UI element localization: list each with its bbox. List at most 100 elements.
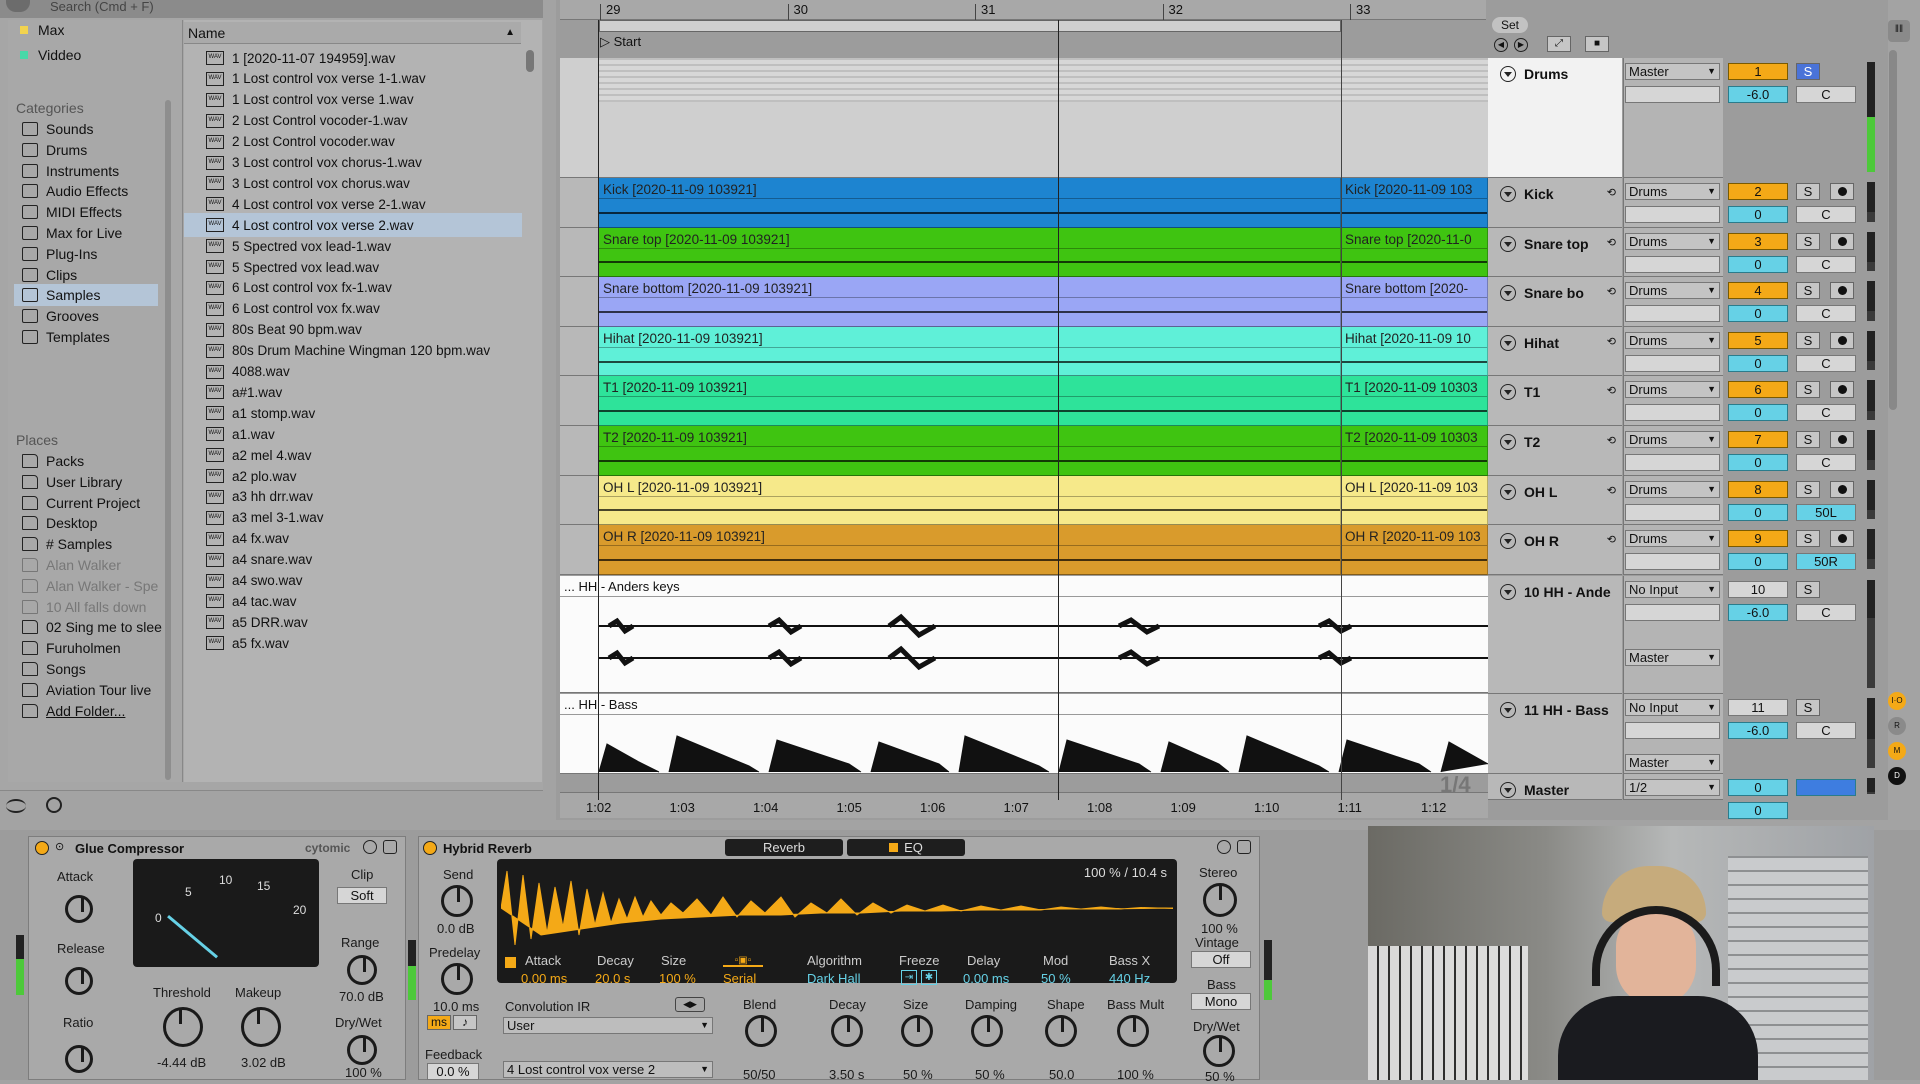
save-preset-icon[interactable]: [1237, 840, 1251, 854]
device-on-button[interactable]: [423, 841, 437, 855]
feedback-value[interactable]: 0.0 %: [427, 1063, 479, 1080]
device-fold-icon[interactable]: ⊙: [55, 840, 64, 853]
stereo-knob[interactable]: [1203, 883, 1237, 917]
view-toggle-button[interactable]: D: [1888, 767, 1906, 785]
routing-icon[interactable]: ▫▣▫: [723, 955, 763, 967]
video-person: [1558, 866, 1758, 1080]
conv-category-select[interactable]: User: [503, 1017, 713, 1034]
range-value: 70.0 dB: [339, 989, 384, 1004]
bassmult-label: Bass Mult: [1107, 997, 1165, 1012]
stereo-value: 100 %: [1201, 921, 1238, 936]
attack-knob[interactable]: [65, 895, 93, 923]
ir-decay-value[interactable]: 20.0 s: [595, 971, 630, 986]
ratio-label: Ratio: [63, 1015, 94, 1030]
meter-tick: 15: [257, 879, 271, 893]
ir-attack-label: Attack: [525, 953, 562, 968]
threshold-knob[interactable]: [163, 1007, 203, 1047]
device-on-button[interactable]: [35, 841, 49, 855]
eq-on-icon[interactable]: [889, 843, 899, 852]
release-knob[interactable]: [65, 967, 93, 995]
delay-label: Delay: [967, 953, 1001, 968]
view-toggle-button[interactable]: I·O: [1888, 692, 1906, 710]
release-label: Release: [57, 941, 105, 956]
soft-clip-toggle[interactable]: Soft: [337, 887, 387, 904]
tab-eq-label: EQ: [904, 840, 923, 855]
feedback-label: Feedback: [425, 1047, 483, 1062]
ir-size-label: Size: [661, 953, 687, 968]
send-knob[interactable]: [441, 885, 473, 917]
tab-reverb[interactable]: Reverb: [725, 839, 843, 856]
ir-attack-value[interactable]: 0.00 ms: [521, 971, 567, 986]
damping-label: Damping: [965, 997, 1018, 1012]
save-preset-icon[interactable]: [383, 840, 397, 854]
delay-value[interactable]: 0.00 ms: [963, 971, 1009, 986]
bass-mono-toggle[interactable]: Mono: [1191, 993, 1251, 1010]
makeup-knob[interactable]: [241, 1007, 281, 1047]
range-knob[interactable]: [347, 955, 377, 985]
bassx-value[interactable]: 440 Hz: [1109, 971, 1150, 986]
routing-value[interactable]: Serial: [723, 971, 756, 986]
algorithm-value[interactable]: Dark Hall: [807, 971, 860, 986]
bassx-label: Bass X: [1109, 953, 1151, 968]
conv-file-select[interactable]: 4 Lost control vox verse 2: [503, 1061, 713, 1078]
clip-label: Clip: [351, 867, 374, 882]
meter-tick: 5: [185, 885, 192, 899]
makeup-label: Makeup: [235, 985, 282, 1000]
glue-drywet-value: 100 %: [345, 1065, 382, 1080]
freeze-label: Freeze: [899, 953, 940, 968]
bassmult-knob[interactable]: [1117, 1015, 1149, 1047]
predelay-knob[interactable]: [441, 963, 473, 995]
freeze-toggle[interactable]: ⇥: [901, 970, 917, 985]
view-toggle-button[interactable]: M: [1888, 742, 1906, 760]
glue-drywet-label: Dry/Wet: [335, 1015, 382, 1030]
meter-tick: 10: [219, 873, 233, 887]
makeup-value: 3.02 dB: [241, 1055, 286, 1070]
ir-display: 100 % / 10.4 s Attack 0.00 ms Decay 20.0…: [497, 859, 1177, 986]
side-buttons: I·O R M D: [0, 0, 1920, 820]
device-meter-left: [16, 935, 24, 995]
stereo-label: Stereo: [1199, 865, 1238, 880]
send-value: 0.0 dB: [437, 921, 475, 936]
reverb-drywet-knob[interactable]: [1203, 1035, 1235, 1067]
send-label: Send: [443, 867, 474, 882]
attack-on-icon[interactable]: [505, 957, 516, 968]
gain-reduction-meter: 0 5 10 15 20: [133, 859, 319, 967]
ir-decay-label: Decay: [597, 953, 634, 968]
meter-needle: [167, 915, 219, 959]
hotswap-icon[interactable]: [1217, 840, 1231, 854]
tab-eq[interactable]: EQ: [847, 839, 965, 856]
shape-knob[interactable]: [1045, 1015, 1077, 1047]
blend-label: Blend: [743, 997, 777, 1012]
ratio-knob[interactable]: [65, 1045, 93, 1073]
predelay-ms-toggle[interactable]: ms: [427, 1015, 451, 1030]
conv-prev-next[interactable]: ◀▶: [675, 997, 705, 1012]
device-title: Glue Compressor: [75, 841, 185, 856]
meter-tick: 0: [155, 911, 162, 925]
size2-knob[interactable]: [901, 1015, 933, 1047]
mod-label: Mod: [1043, 953, 1069, 968]
predelay-sync-toggle[interactable]: ♪: [453, 1015, 477, 1030]
video-keyboard: [1368, 946, 1528, 1080]
freeze-snow-toggle[interactable]: ✱: [921, 970, 937, 985]
device-meter-mid: [408, 940, 416, 1000]
meter-tick: 20: [293, 903, 307, 917]
hotswap-icon[interactable]: [363, 840, 377, 854]
device-title: Hybrid Reverb: [443, 841, 532, 856]
ir-waveform: [501, 870, 1173, 946]
view-toggle-button[interactable]: R: [1888, 717, 1906, 735]
shape-label: Shape: [1047, 997, 1085, 1012]
glue-compressor-device: ⊙ Glue Compressor cytomic Attack Release…: [28, 836, 406, 1080]
damping-knob[interactable]: [971, 1015, 1003, 1047]
bass-label: Bass: [1207, 977, 1236, 992]
webcam-video: [1368, 826, 1874, 1080]
glue-drywet-knob[interactable]: [347, 1035, 377, 1065]
mod-value[interactable]: 50 %: [1041, 971, 1071, 986]
ir-size-value[interactable]: 100 %: [659, 971, 696, 986]
decay2-label: Decay: [829, 997, 866, 1012]
threshold-label: Threshold: [153, 985, 211, 1000]
decay2-knob[interactable]: [831, 1015, 863, 1047]
vintage-select[interactable]: Off: [1191, 951, 1251, 968]
predelay-value: 10.0 ms: [433, 999, 480, 1014]
blend-knob[interactable]: [745, 1015, 777, 1047]
vintage-label: Vintage: [1195, 935, 1239, 950]
